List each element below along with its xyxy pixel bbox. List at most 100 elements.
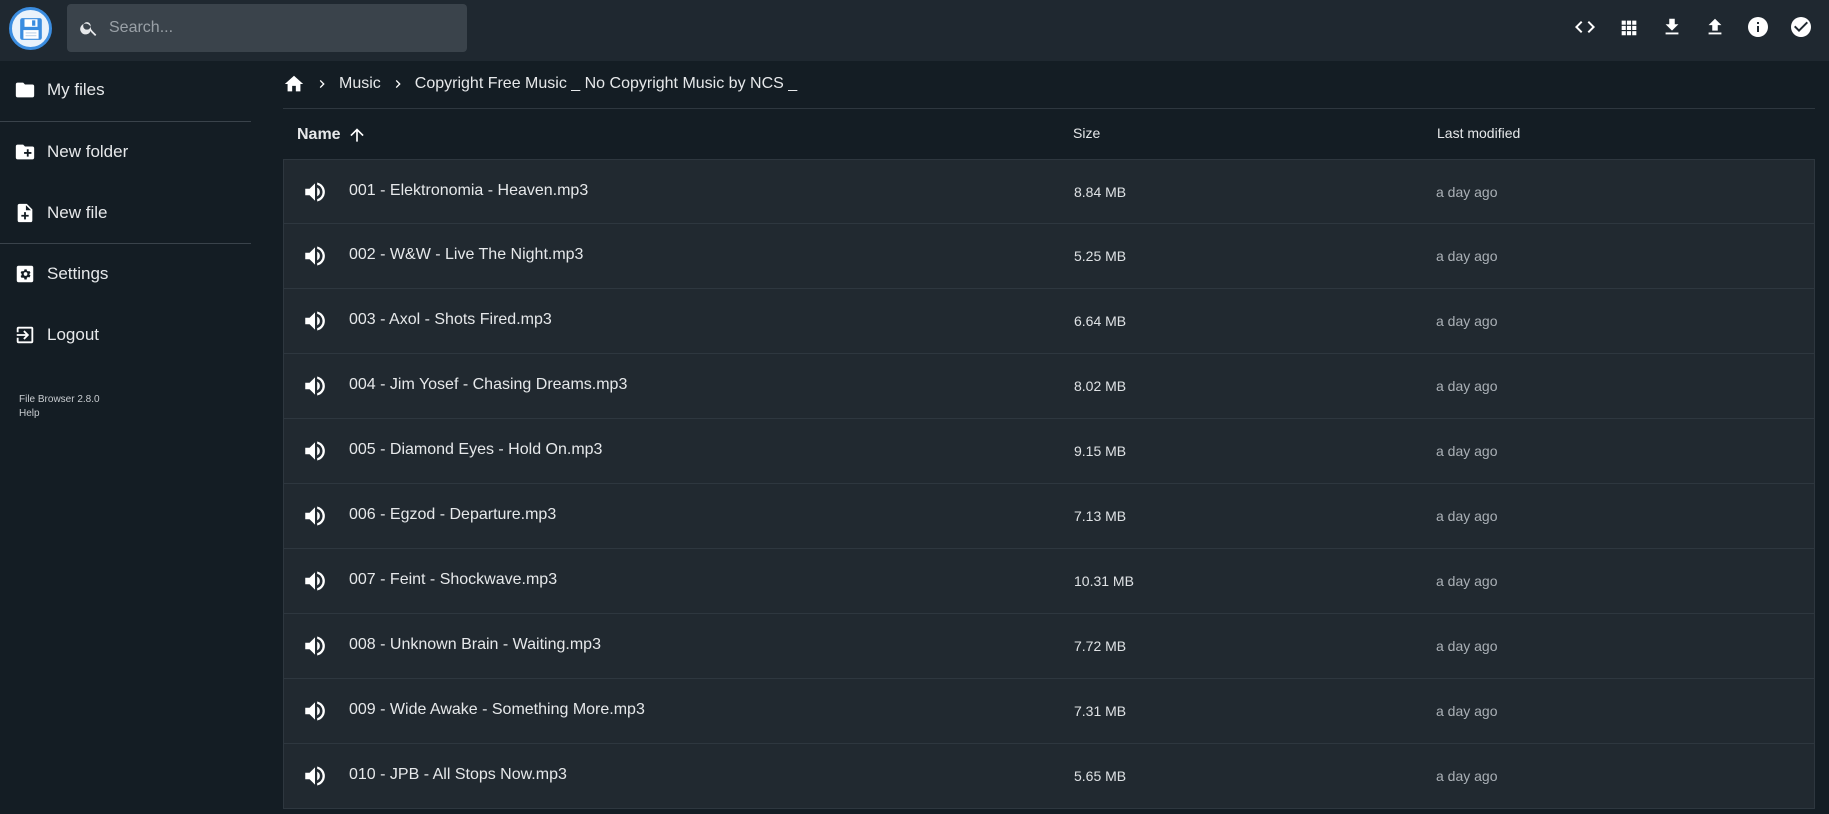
audio-file-icon bbox=[305, 441, 325, 461]
file-modified: a day ago bbox=[1436, 248, 1498, 264]
arrow-up-icon bbox=[349, 128, 364, 142]
header-bar bbox=[0, 0, 1829, 61]
column-header-size[interactable]: Size bbox=[1073, 125, 1100, 141]
file-size: 5.25 MB bbox=[1074, 248, 1127, 264]
table-header: Name Size Last modified bbox=[283, 108, 1815, 159]
sidebar-item-label: New folder bbox=[47, 142, 129, 161]
file-name: 008 - Unknown Brain - Waiting.mp3 bbox=[349, 636, 601, 653]
sidebar-divider bbox=[0, 121, 251, 122]
folder-icon bbox=[15, 82, 35, 98]
file-size: 8.02 MB bbox=[1074, 378, 1127, 394]
file-name: 001 - Elektronomia - Heaven.mp3 bbox=[349, 182, 589, 199]
sidebar-item-my-files[interactable]: My files bbox=[0, 61, 251, 119]
file-size: 8.84 MB bbox=[1074, 184, 1127, 200]
sidebar-item-new-folder[interactable]: New folder bbox=[0, 123, 251, 181]
file-size: 7.13 MB bbox=[1074, 508, 1127, 524]
file-name: 006 - Egzod - Departure.mp3 bbox=[349, 506, 557, 523]
sidebar-item-label: Logout bbox=[47, 325, 99, 344]
audio-file-icon bbox=[305, 701, 325, 721]
audio-file-icon bbox=[305, 766, 325, 786]
column-header-last-modified[interactable]: Last modified bbox=[1437, 125, 1520, 141]
file-size: 6.64 MB bbox=[1074, 313, 1127, 329]
download-button[interactable] bbox=[1659, 14, 1685, 40]
table-row[interactable]: 005 - Diamond Eyes - Hold On.mp3 9.15 MB a… bbox=[283, 419, 1815, 484]
code-icon bbox=[1575, 21, 1595, 33]
search-box[interactable] bbox=[67, 4, 467, 52]
file-name: 004 - Jim Yosef - Chasing Dreams.mp3 bbox=[349, 376, 628, 393]
upload-icon bbox=[1708, 18, 1722, 35]
search-icon bbox=[80, 22, 97, 36]
credits: File Browser 2.8.0 Help bbox=[19, 393, 100, 421]
sidebar-item-settings[interactable]: Settings bbox=[0, 245, 251, 303]
sidebar-item-label: New file bbox=[47, 203, 108, 222]
sort-by-name-header[interactable]: Name bbox=[297, 125, 367, 145]
check-circle-icon bbox=[1791, 17, 1811, 37]
upload-button[interactable] bbox=[1702, 14, 1728, 40]
breadcrumb-item[interactable]: Copyright Free Music _ No Copyright Musi… bbox=[415, 75, 797, 93]
file-modified: a day ago bbox=[1436, 638, 1498, 654]
file-name: 009 - Wide Awake - Something More.mp3 bbox=[349, 701, 645, 718]
new-folder-icon bbox=[15, 144, 35, 160]
chevron-right-icon bbox=[395, 80, 401, 88]
sidebar-item-new-file[interactable]: New file bbox=[0, 184, 251, 242]
file-size: 7.72 MB bbox=[1074, 638, 1127, 654]
table-row[interactable]: 009 - Wide Awake - Something More.mp3 7.3… bbox=[283, 679, 1815, 744]
file-size: 10.31 MB bbox=[1074, 573, 1134, 589]
table-row[interactable]: 002 - W&W - Live The Night.mp3 5.25 MB a d… bbox=[283, 224, 1815, 289]
audio-file-icon bbox=[305, 636, 325, 656]
file-modified: a day ago bbox=[1436, 443, 1498, 459]
file-name: 007 - Feint - Shockwave.mp3 bbox=[349, 571, 558, 588]
sidebar-item-logout[interactable]: Logout bbox=[0, 306, 251, 364]
file-size: 9.15 MB bbox=[1074, 443, 1127, 459]
sidebar: My files New folder New file Settings Lo… bbox=[0, 61, 251, 814]
file-modified: a day ago bbox=[1436, 508, 1498, 524]
table-row[interactable]: 004 - Jim Yosef - Chasing Dreams.mp3 8.02… bbox=[283, 354, 1815, 419]
audio-file-icon bbox=[305, 311, 325, 331]
table-row[interactable]: 003 - Axol - Shots Fired.mp3 6.64 MB a day… bbox=[283, 289, 1815, 354]
file-modified: a day ago bbox=[1436, 378, 1498, 394]
breadcrumb: Music Copyright Free Music _ No Copyrigh… bbox=[283, 70, 797, 98]
file-modified: a day ago bbox=[1436, 313, 1498, 329]
file-size: 5.65 MB bbox=[1074, 768, 1127, 784]
code-button[interactable] bbox=[1572, 14, 1598, 40]
table-row[interactable]: 008 - Unknown Brain - Waiting.mp3 7.72 MB… bbox=[283, 614, 1815, 679]
file-name: 005 - Diamond Eyes - Hold On.mp3 bbox=[349, 441, 603, 458]
floppy-disk-logo-icon bbox=[19, 17, 42, 40]
table-row[interactable]: 010 - JPB - All Stops Now.mp3 5.65 MB a da… bbox=[283, 744, 1815, 809]
sidebar-item-label: My files bbox=[47, 80, 105, 99]
grid-view-button[interactable] bbox=[1616, 14, 1642, 40]
download-icon bbox=[1665, 18, 1679, 35]
column-header-name: Name bbox=[297, 126, 341, 143]
select-button[interactable] bbox=[1788, 14, 1814, 40]
file-modified: a day ago bbox=[1436, 768, 1498, 784]
settings-icon bbox=[16, 265, 34, 283]
help-link[interactable]: Help bbox=[19, 407, 100, 421]
home-icon[interactable] bbox=[283, 73, 305, 95]
info-button[interactable] bbox=[1745, 14, 1771, 40]
sidebar-divider bbox=[0, 243, 251, 244]
file-modified: a day ago bbox=[1436, 184, 1498, 200]
breadcrumb-item[interactable]: Music bbox=[339, 75, 381, 93]
info-icon bbox=[1748, 17, 1768, 37]
table-row[interactable]: 006 - Egzod - Departure.mp3 7.13 MB a day … bbox=[283, 484, 1815, 549]
file-list: Name Size Last modified 001 - Elektronom… bbox=[283, 108, 1815, 809]
audio-file-icon bbox=[305, 376, 325, 396]
table-row[interactable]: 001 - Elektronomia - Heaven.mp3 8.84 MB a … bbox=[283, 159, 1815, 224]
sidebar-item-label: Settings bbox=[47, 264, 109, 283]
file-name: 002 - W&W - Live The Night.mp3 bbox=[349, 246, 584, 263]
audio-file-icon bbox=[305, 246, 325, 266]
version-link[interactable]: File Browser 2.8.0 bbox=[19, 393, 100, 407]
file-modified: a day ago bbox=[1436, 573, 1498, 589]
file-modified: a day ago bbox=[1436, 703, 1498, 719]
audio-file-icon bbox=[305, 571, 325, 591]
file-name: 003 - Axol - Shots Fired.mp3 bbox=[349, 311, 552, 328]
table-body: 001 - Elektronomia - Heaven.mp3 8.84 MB a … bbox=[283, 159, 1815, 809]
chevron-right-icon bbox=[319, 80, 325, 88]
audio-file-icon bbox=[305, 182, 325, 202]
app-logo[interactable] bbox=[9, 7, 52, 50]
table-row[interactable]: 007 - Feint - Shockwave.mp3 10.31 MB a day… bbox=[283, 549, 1815, 614]
search-input[interactable] bbox=[109, 4, 459, 52]
file-name: 010 - JPB - All Stops Now.mp3 bbox=[349, 766, 567, 783]
file-size: 7.31 MB bbox=[1074, 703, 1127, 719]
logout-icon bbox=[16, 326, 34, 344]
